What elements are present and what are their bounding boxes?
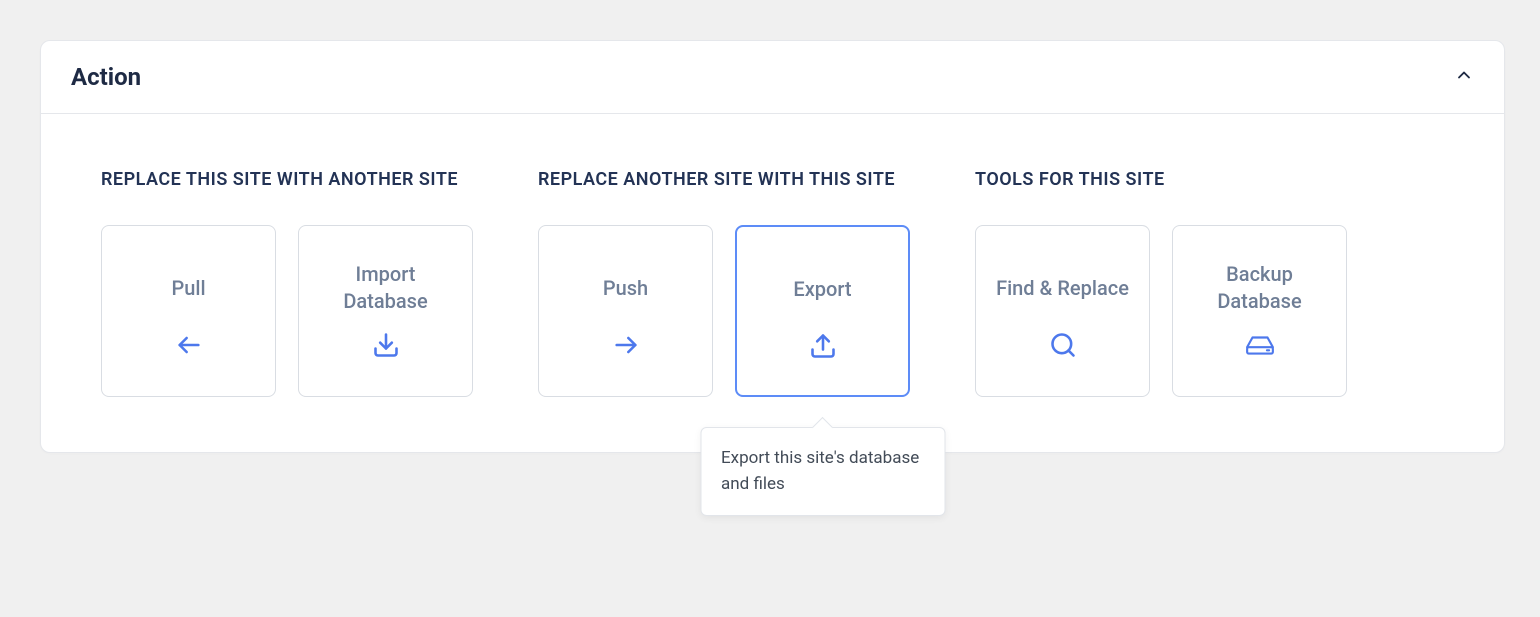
pull-label: Pull — [157, 258, 219, 318]
action-panel: Action REPLACE THIS SITE WITH ANOTHER SI… — [40, 40, 1505, 453]
push-label: Push — [589, 258, 662, 318]
cards-replace-another: Push Export Export this site's database … — [538, 225, 910, 397]
arrow-left-icon — [174, 330, 204, 360]
action-panel-body: REPLACE THIS SITE WITH ANOTHER SITE Pull… — [41, 114, 1504, 452]
find-replace-card[interactable]: Find & Replace — [975, 225, 1150, 397]
export-tooltip-text: Export this site's database and files — [721, 448, 919, 494]
group-replace-another-site: REPLACE ANOTHER SITE WITH THIS SITE Push… — [538, 169, 910, 397]
action-panel-title: Action — [71, 63, 141, 91]
action-panel-header[interactable]: Action — [41, 41, 1504, 114]
group-replace-this-site: REPLACE THIS SITE WITH ANOTHER SITE Pull… — [101, 169, 473, 397]
cards-replace-this: Pull Import Database — [101, 225, 473, 397]
hard-drive-icon — [1245, 330, 1275, 360]
chevron-up-icon — [1454, 65, 1474, 90]
export-label: Export — [779, 259, 865, 319]
cards-tools: Find & Replace Backup Database — [975, 225, 1347, 397]
group-heading-tools: TOOLS FOR THIS SITE — [975, 169, 1347, 190]
group-heading-replace-another: REPLACE ANOTHER SITE WITH THIS SITE — [538, 169, 910, 190]
arrow-right-icon — [611, 330, 641, 360]
group-heading-replace-this: REPLACE THIS SITE WITH ANOTHER SITE — [101, 169, 473, 190]
import-database-card[interactable]: Import Database — [298, 225, 473, 397]
find-replace-label: Find & Replace — [982, 258, 1143, 318]
search-icon — [1048, 330, 1078, 360]
download-icon — [371, 330, 401, 360]
export-card[interactable]: Export Export this site's database and f… — [735, 225, 910, 397]
pull-card[interactable]: Pull — [101, 225, 276, 397]
import-database-label: Import Database — [299, 258, 472, 318]
group-tools: TOOLS FOR THIS SITE Find & Replace Backu… — [975, 169, 1347, 397]
upload-icon — [808, 331, 838, 361]
push-card[interactable]: Push — [538, 225, 713, 397]
export-tooltip: Export this site's database and files — [700, 427, 945, 516]
backup-database-card[interactable]: Backup Database — [1172, 225, 1347, 397]
backup-database-label: Backup Database — [1173, 258, 1346, 318]
